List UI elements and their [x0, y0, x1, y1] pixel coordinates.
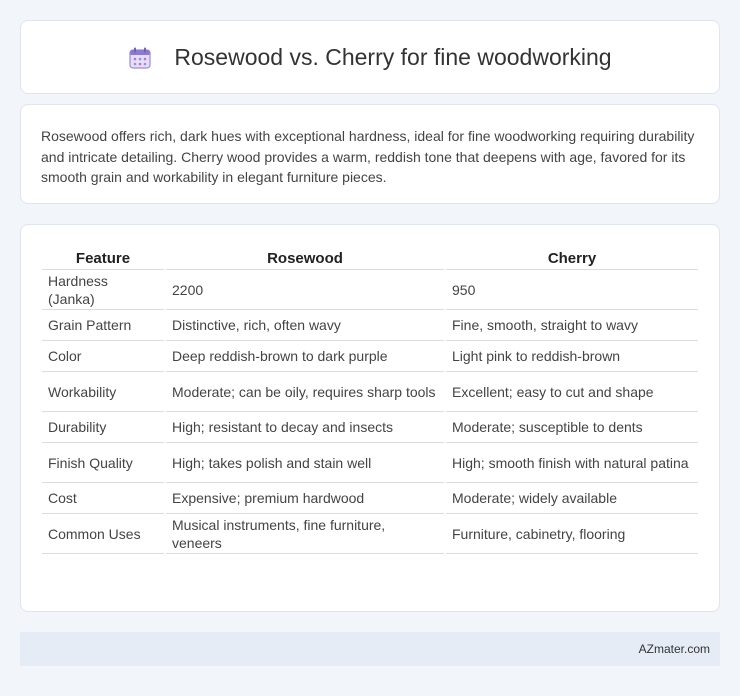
page-title: Rosewood vs. Cherry for fine woodworking	[174, 43, 612, 70]
comparison-card: Feature Rosewood Cherry Hardness (Janka)…	[20, 224, 720, 612]
description-card: Rosewood offers rich, dark hues with exc…	[20, 104, 720, 204]
table-cell: Excellent; easy to cut and shape	[446, 372, 698, 412]
table-cell: Moderate; susceptible to dents	[446, 412, 698, 443]
table-cell: Cost	[42, 483, 164, 514]
table-row: Hardness (Janka) 2200 950	[42, 270, 698, 310]
table-cell: Musical instruments, fine furniture, ven…	[166, 514, 444, 554]
table-cell: High; takes polish and stain well	[166, 443, 444, 483]
table-cell: Deep reddish-brown to dark purple	[166, 341, 444, 372]
table-cell: Common Uses	[42, 514, 164, 554]
table-cell: High; smooth finish with natural patina	[446, 443, 698, 483]
table-cell: Light pink to reddish-brown	[446, 341, 698, 372]
column-header-rosewood: Rosewood	[166, 242, 444, 270]
table-row: Grain Pattern Distinctive, rich, often w…	[42, 310, 698, 341]
table-row: Workability Moderate; can be oily, requi…	[42, 372, 698, 412]
column-header-feature: Feature	[42, 242, 164, 270]
table-cell: Finish Quality	[42, 443, 164, 483]
table-cell: Grain Pattern	[42, 310, 164, 341]
table-header-row: Feature Rosewood Cherry	[42, 242, 698, 270]
table-cell: Expensive; premium hardwood	[166, 483, 444, 514]
table-row: Finish Quality High; takes polish and st…	[42, 443, 698, 483]
table-cell: 2200	[166, 270, 444, 310]
table-row: Common Uses Musical instruments, fine fu…	[42, 514, 698, 554]
description-text: Rosewood offers rich, dark hues with exc…	[41, 128, 695, 185]
table-cell: Hardness (Janka)	[42, 270, 164, 310]
table-cell: Color	[42, 341, 164, 372]
footer-site-label: AZmater.com	[638, 642, 710, 656]
table-cell: Moderate; can be oily, requires sharp to…	[166, 372, 444, 412]
table-row: Cost Expensive; premium hardwood Moderat…	[42, 483, 698, 514]
title-card: Rosewood vs. Cherry for fine woodworking	[20, 20, 720, 94]
table-cell: Workability	[42, 372, 164, 412]
table-cell: High; resistant to decay and insects	[166, 412, 444, 443]
table-row: Durability High; resistant to decay and …	[42, 412, 698, 443]
table-cell: Durability	[42, 412, 164, 443]
table-cell: Distinctive, rich, often wavy	[166, 310, 444, 341]
column-header-cherry: Cherry	[446, 242, 698, 270]
footer: AZmater.com	[20, 632, 720, 666]
table-row: Color Deep reddish-brown to dark purple …	[42, 341, 698, 372]
table-cell: 950	[446, 270, 698, 310]
table-cell: Furniture, cabinetry, flooring	[446, 514, 698, 554]
calendar-icon	[129, 47, 151, 69]
table-cell: Moderate; widely available	[446, 483, 698, 514]
table-cell: Fine, smooth, straight to wavy	[446, 310, 698, 341]
comparison-table: Feature Rosewood Cherry Hardness (Janka)…	[40, 242, 700, 554]
